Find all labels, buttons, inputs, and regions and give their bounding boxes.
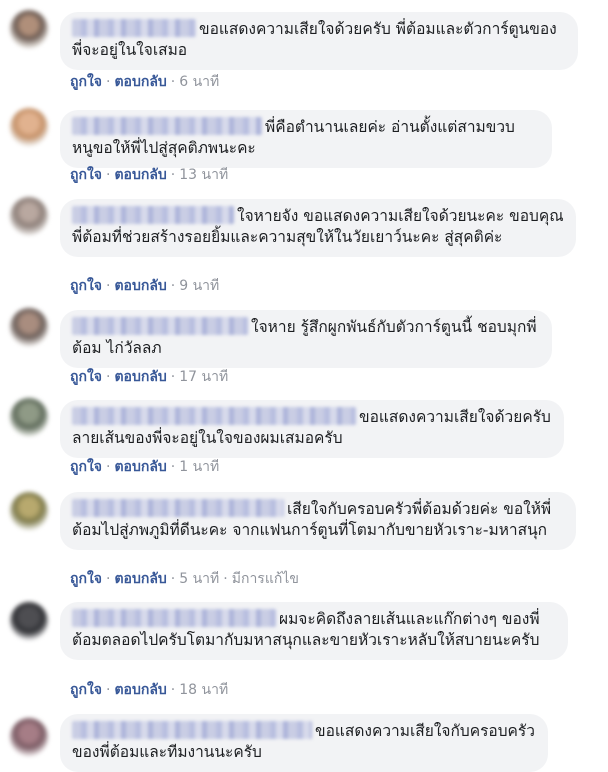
comment-time[interactable]: 6 นาที bbox=[179, 74, 219, 90]
comment-actions: ถูกใจ · ตอบกลับ · 6 นาที bbox=[70, 74, 220, 90]
comment-bubble: ใจหายจัง ขอแสดงความเสียใจด้วยนะคะ ขอบคุณ… bbox=[60, 199, 576, 257]
edited-label[interactable]: มีการแก้ไข bbox=[232, 571, 299, 587]
comment-bubble: ใจหาย รู้สึกผูกพันธ์กับตัวการ์ตูนนี้ ชอบ… bbox=[60, 310, 552, 368]
comment-bubble: พี่คือตำนานเลยค่ะ อ่านตั้งแต่สามขวบ หนูข… bbox=[60, 110, 552, 168]
commenter-name[interactable] bbox=[72, 499, 284, 517]
reply-link[interactable]: ตอบกลับ bbox=[114, 278, 166, 294]
comment-time[interactable]: 18 นาที bbox=[179, 682, 228, 698]
commenter-name[interactable] bbox=[72, 206, 234, 224]
like-link[interactable]: ถูกใจ bbox=[70, 167, 102, 183]
like-link[interactable]: ถูกใจ bbox=[70, 74, 102, 90]
avatar[interactable] bbox=[10, 197, 48, 235]
like-link[interactable]: ถูกใจ bbox=[70, 682, 102, 698]
commenter-name[interactable] bbox=[72, 407, 356, 425]
avatar[interactable] bbox=[10, 308, 48, 346]
comment-actions: ถูกใจ · ตอบกลับ · 18 นาที bbox=[70, 682, 229, 698]
like-link[interactable]: ถูกใจ bbox=[70, 369, 102, 385]
comment-actions: ถูกใจ · ตอบกลับ · 9 นาที bbox=[70, 278, 220, 294]
comment-actions: ถูกใจ · ตอบกลับ · 17 นาที bbox=[70, 369, 229, 385]
commenter-name[interactable] bbox=[72, 721, 312, 739]
avatar[interactable] bbox=[10, 718, 48, 756]
reply-link[interactable]: ตอบกลับ bbox=[114, 167, 166, 183]
avatar[interactable] bbox=[10, 10, 48, 48]
comment-bubble: ขอแสดงความเสียใจด้วยครับ ลายเส้นของพี่จะ… bbox=[60, 400, 564, 458]
avatar[interactable] bbox=[10, 602, 48, 640]
reply-link[interactable]: ตอบกลับ bbox=[114, 682, 166, 698]
comment-time[interactable]: 5 นาที bbox=[179, 571, 219, 587]
comment-bubble: เสียใจกับครอบครัวพี่ต้อมด้วยค่ะ ขอให้พี่… bbox=[60, 492, 576, 550]
commenter-name[interactable] bbox=[72, 609, 276, 627]
reply-link[interactable]: ตอบกลับ bbox=[114, 369, 166, 385]
comment-time[interactable]: 1 นาที bbox=[179, 459, 219, 475]
comment-time[interactable]: 17 นาที bbox=[179, 369, 228, 385]
like-link[interactable]: ถูกใจ bbox=[70, 459, 102, 475]
commenter-name[interactable] bbox=[72, 317, 248, 335]
comment-time[interactable]: 9 นาที bbox=[179, 278, 219, 294]
commenter-name[interactable] bbox=[72, 19, 196, 37]
comment-actions: ถูกใจ · ตอบกลับ · 1 นาที bbox=[70, 459, 220, 475]
comment-time[interactable]: 13 นาที bbox=[179, 167, 228, 183]
reply-link[interactable]: ตอบกลับ bbox=[114, 74, 166, 90]
like-link[interactable]: ถูกใจ bbox=[70, 571, 102, 587]
reply-link[interactable]: ตอบกลับ bbox=[114, 459, 166, 475]
avatar[interactable] bbox=[10, 108, 48, 146]
comment-actions: ถูกใจ · ตอบกลับ · 5 นาที · มีการแก้ไข bbox=[70, 571, 299, 587]
avatar[interactable] bbox=[10, 492, 48, 530]
comment-bubble: ขอแสดงความเสียใจด้วยครับ พี่ต้อมและตัวกา… bbox=[60, 12, 578, 70]
reply-link[interactable]: ตอบกลับ bbox=[114, 571, 166, 587]
like-link[interactable]: ถูกใจ bbox=[70, 278, 102, 294]
comment-bubble: ผมจะคิดถึงลายเส้นและแก๊กต่างๆ ของพี่ต้อม… bbox=[60, 602, 568, 660]
avatar[interactable] bbox=[10, 398, 48, 436]
comment-actions: ถูกใจ · ตอบกลับ · 13 นาที bbox=[70, 167, 229, 183]
comment-bubble: ขอแสดงความเสียใจกับครอบครัวของพี่ต้อมและ… bbox=[60, 714, 548, 772]
commenter-name[interactable] bbox=[72, 117, 262, 135]
